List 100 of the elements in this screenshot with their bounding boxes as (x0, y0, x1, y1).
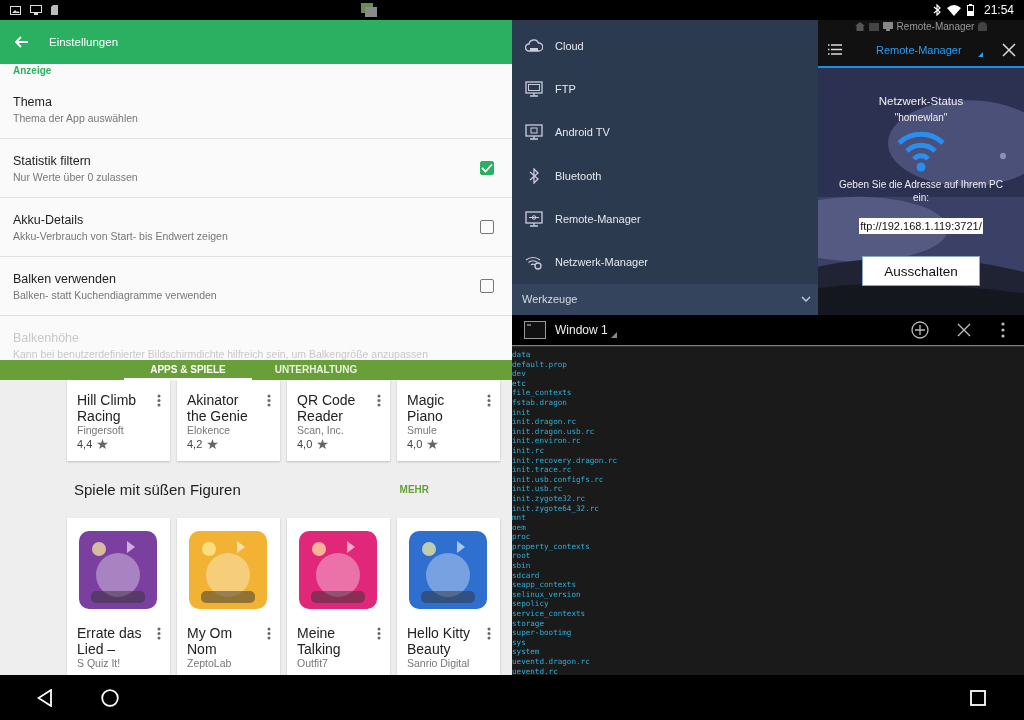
star-icon (427, 438, 439, 450)
app-card[interactable]: My Om Nom ZeptoLab (177, 518, 280, 675)
more-options-icon[interactable] (487, 627, 491, 640)
home-icon[interactable] (101, 688, 119, 707)
instruction-text: Geben Sie die Adresse auf Ihrem PC ein: (838, 178, 1004, 204)
rating-value: 4,0 (407, 438, 423, 450)
settings-item[interactable]: Statistik filtern Nur Werte über 0 zulassen (0, 139, 512, 198)
wifi-gear-icon (525, 254, 543, 271)
monitor-icon (525, 210, 543, 227)
turn-off-button[interactable]: Ausschalten (862, 256, 980, 286)
recent-apps-icon[interactable] (970, 689, 986, 706)
app-name: Hill Climb Racing (77, 392, 138, 424)
app-card[interactable]: Magic Piano Smule 4,0 (397, 380, 500, 461)
setting-title: Balken verwenden (13, 271, 117, 286)
developer-name: Sanrio Digital (407, 657, 471, 669)
window-tab[interactable]: Window 1 (555, 323, 608, 337)
checkbox[interactable] (480, 279, 494, 293)
dropdown-corner-icon[interactable] (977, 52, 983, 57)
app-name: Hello Kitty Beauty (407, 625, 472, 657)
rating-value: 4,0 (297, 438, 313, 450)
drawer-item[interactable]: Cloud (512, 24, 818, 68)
rating-value: 4,2 (187, 438, 203, 450)
app-card[interactable]: Akinator the Genie Elokence 4,2 (177, 380, 280, 461)
section-title: Spiele mit süßen Figuren (74, 481, 241, 498)
app-name: Errate das Lied – (77, 625, 143, 657)
dropdown-title[interactable]: Remote-Manager (876, 43, 962, 56)
tv-icon (525, 124, 543, 141)
checkbox[interactable] (480, 161, 494, 175)
app-name: QR Code Reader (297, 392, 357, 424)
sd-card-icon (51, 5, 58, 15)
screen-title: Einstellungen (49, 36, 119, 48)
more-options-icon[interactable] (267, 394, 271, 407)
cloud-icon (525, 38, 543, 53)
section-header: Anzeige (12, 64, 53, 78)
monitor-icon (525, 80, 543, 97)
add-icon[interactable] (911, 321, 929, 339)
setting-title: Akku-Details (13, 212, 85, 227)
window-title: Remote-Manager (896, 21, 975, 32)
clock-time: 21:54 (983, 3, 1014, 17)
menu-icon[interactable] (828, 44, 842, 55)
rating-value: 4,4 (77, 438, 93, 450)
developer-name: Outfit7 (297, 657, 329, 669)
dropdown-corner-icon[interactable] (610, 332, 617, 338)
star-icon (317, 438, 329, 450)
developer-name: Scan, Inc. (297, 424, 345, 436)
battery-icon (966, 4, 974, 16)
setting-description: Nur Werte über 0 zulassen (13, 170, 139, 183)
bluetooth-icon (932, 4, 941, 16)
app-name: My Om Nom (187, 625, 234, 657)
drawer-item[interactable]: Bluetooth (512, 153, 818, 198)
status-title: Netzwerk-Status (878, 95, 964, 107)
more-options-icon[interactable] (157, 627, 161, 640)
address-field[interactable]: ftp://192.168.1.119:3721/ (859, 218, 983, 234)
star-icon (207, 438, 219, 450)
developer-name: Fingersoft (77, 424, 125, 436)
drawer-item[interactable]: Remote-Manager (512, 197, 818, 241)
settings-item[interactable]: Balken verwenden Balken- statt Kuchendiagramme verwenden (0, 257, 512, 316)
wifi-icon (896, 130, 946, 172)
monitor-icon (882, 22, 893, 31)
more-options-icon[interactable] (1001, 322, 1005, 338)
more-options-icon[interactable] (157, 394, 161, 407)
drawer-item[interactable]: Android TV (512, 110, 818, 154)
monitor-icon (30, 5, 42, 15)
setting-title: Thema (13, 94, 53, 109)
drawer-item[interactable]: FTP (512, 67, 818, 111)
developer-name: ZeptoLab (187, 657, 233, 669)
network-name: "homewlan" (894, 112, 948, 123)
more-options-icon[interactable] (377, 394, 381, 407)
setting-description: Akku-Verbrauch von Start- bis Endwert zeigen (13, 229, 229, 242)
app-card[interactable]: Errate das Lied – S Quiz It! (67, 518, 170, 675)
back-icon[interactable] (37, 688, 53, 707)
setting-description: Balken- statt Kuchendiagramme verwenden (13, 288, 218, 301)
developer-name: Elokence (187, 424, 232, 436)
drawer-item[interactable]: Netzwerk-Manager (512, 240, 818, 284)
more-options-icon[interactable] (487, 394, 491, 407)
section-label: Werkzeuge (522, 293, 578, 306)
back-arrow-icon[interactable] (15, 36, 29, 48)
windows-icon[interactable] (361, 3, 377, 17)
setting-description: Thema der App auswählen (13, 111, 139, 124)
app-name: Meine Talking (297, 625, 342, 657)
chevron-down-icon[interactable] (801, 296, 811, 303)
app-card[interactable]: Hill Climb Racing Fingersoft 4,4 (67, 380, 170, 461)
settings-item[interactable]: Akku-Details Akku-Verbrauch von Start- bis Endwert zeigen (0, 198, 512, 257)
close-icon[interactable] (957, 323, 971, 337)
terminal-icon[interactable] (524, 321, 546, 339)
developer-name: Smule (407, 424, 438, 436)
more-options-icon[interactable] (377, 627, 381, 640)
app-card[interactable]: Hello Kitty Beauty Sanrio Digital (397, 518, 500, 675)
app-name: Akinator the Genie (187, 392, 249, 424)
checkbox[interactable] (480, 220, 494, 234)
more-options-icon[interactable] (267, 627, 271, 640)
app-card[interactable]: Meine Talking Outfit7 (287, 518, 390, 675)
close-icon[interactable] (1002, 42, 1016, 57)
image-icon (10, 5, 21, 15)
setting-title: Statistik filtern (13, 153, 92, 168)
developer-name: S Quiz It! (77, 657, 122, 669)
app-name: Magic Piano (407, 392, 446, 424)
star-icon (97, 438, 109, 450)
drawer-section[interactable]: Werkzeuge (512, 283, 818, 315)
app-card[interactable]: QR Code Reader Scan, Inc. 4,0 (287, 380, 390, 461)
